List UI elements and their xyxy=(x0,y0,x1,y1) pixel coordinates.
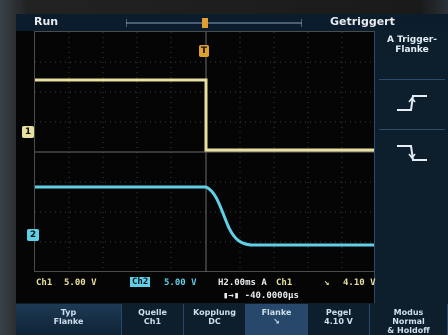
ch2-scale: 5.00 V xyxy=(164,278,197,288)
horizontal-position-readout: ▮→▮ -40.0000μs xyxy=(223,291,299,301)
graticule-grid xyxy=(35,32,377,273)
trigger-source-readout: Ch1 xyxy=(276,278,293,288)
ch2-label: Ch2 xyxy=(130,277,151,287)
rising-edge-button[interactable] xyxy=(379,79,445,126)
slope-button[interactable]: Flanke ↘ xyxy=(246,304,308,335)
coupling-button[interactable]: Kopplung DC xyxy=(184,304,246,335)
graticule xyxy=(34,31,377,273)
falling-edge-button[interactable] xyxy=(379,129,445,176)
rising-edge-icon xyxy=(397,95,427,111)
level-button[interactable]: Pegel 4.10 V xyxy=(308,304,370,335)
type-button[interactable]: Typ Flanke xyxy=(16,304,122,335)
source-button[interactable]: Quelle Ch1 xyxy=(122,304,184,335)
run-status: Run xyxy=(34,15,59,28)
ch1-waveform xyxy=(35,78,377,152)
ch1-label: Ch1 xyxy=(36,278,53,288)
ch1-ground-marker[interactable]: 1 xyxy=(22,126,34,138)
timebase-readout: H2.00ms A xyxy=(218,278,267,288)
falling-edge-icon xyxy=(397,145,427,161)
trigger-level-readout: 4.10 V xyxy=(343,278,376,288)
oscilloscope-screen: Run Getriggert T 1 2 A Trigger- Flanke C… xyxy=(16,14,448,335)
side-menu-title: A Trigger- Flanke xyxy=(387,35,437,55)
trigger-status: Getriggert xyxy=(330,15,395,28)
mode-holdoff-button[interactable]: Modus Normal & Holdoff xyxy=(370,304,448,335)
status-bar: Run Getriggert xyxy=(16,14,448,31)
ch1-scale: 5.00 V xyxy=(64,278,97,288)
ch2-ground-marker[interactable]: 2 xyxy=(27,229,39,241)
record-position-indicator xyxy=(126,18,302,28)
trigger-position-marker[interactable]: T xyxy=(199,45,209,57)
measurement-readout: Ch1 5.00 V Ch2 5.00 V H2.00ms A Ch1 ↘ 4.… xyxy=(34,272,376,303)
trigger-slope-readout: ↘ xyxy=(324,278,330,288)
side-menu: A Trigger- Flanke xyxy=(374,31,448,303)
bottom-menu: Typ Flanke Quelle Ch1 Kopplung DC Flanke… xyxy=(16,303,448,335)
